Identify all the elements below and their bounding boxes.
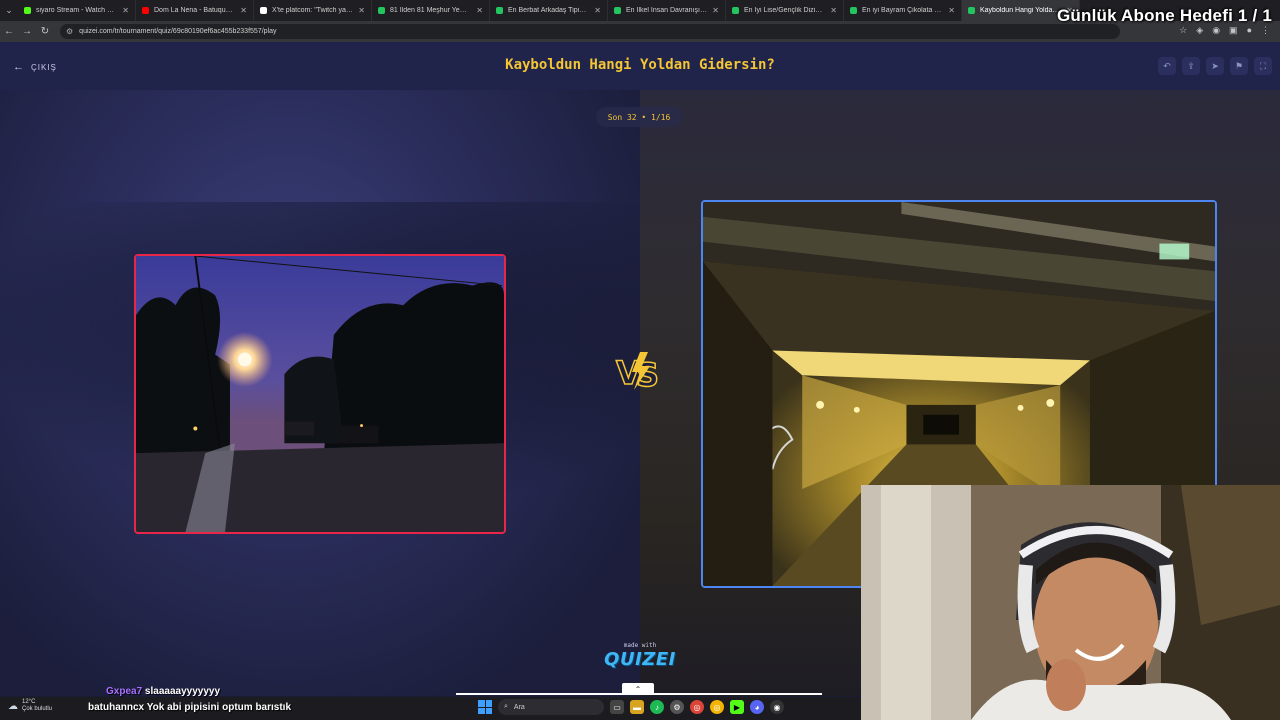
made-with-quizei[interactable]: made with QUIZEI — [600, 642, 680, 670]
share-icon[interactable]: ⇪ — [1182, 57, 1200, 75]
option-card-night-road[interactable] — [134, 254, 506, 534]
close-icon[interactable]: ✕ — [240, 6, 247, 15]
back-icon[interactable]: ← — [0, 21, 18, 42]
tab-favicon-icon — [614, 7, 621, 14]
extension-icon[interactable]: ◈ — [1196, 25, 1203, 36]
close-icon[interactable]: ✕ — [830, 6, 837, 15]
extensions-puzzle-icon[interactable]: ▣ — [1229, 25, 1238, 36]
browser-tab[interactable]: En İyi Lise/Gençlik Dizisi • Türk✕ — [726, 0, 844, 21]
task-view-icon[interactable]: ▭ — [610, 700, 624, 714]
vs-icon: V S — [615, 352, 660, 394]
streaming-app-icon[interactable]: ▶ — [730, 700, 744, 714]
profile-icon[interactable]: ● — [1247, 25, 1252, 36]
chat-username: Gxpea7 — [106, 686, 143, 697]
search-placeholder: Ara — [513, 703, 525, 711]
tab-favicon-icon — [24, 7, 31, 14]
chrome-icon[interactable]: ◎ — [690, 700, 704, 714]
forward-icon[interactable]: → — [18, 21, 36, 42]
browser-tab[interactable]: En İlkel İnsan Davranışı? - Tier L✕ — [608, 0, 726, 21]
chrome-icon[interactable]: ◎ — [710, 700, 724, 714]
url-text: quizei.com/tr/tournament/quiz/69c80190ef… — [79, 28, 277, 35]
browser-tab[interactable]: siyaro Stream - Watch Live on✕ — [18, 0, 136, 21]
chat-message: batuhanncx Yok abi pipisini optum barıst… — [88, 702, 291, 713]
site-info-icon[interactable]: ⚙ — [66, 27, 73, 36]
browser-tab[interactable]: X'te platcom: "Twitch yayıncıları✕ — [254, 0, 372, 21]
webcam-overlay — [861, 485, 1280, 720]
search-icon: ⌕ — [504, 703, 508, 710]
browser-tab[interactable]: 81 İlden 81 Meşhur Yemek, En✕ — [372, 0, 490, 21]
tab-favicon-icon — [968, 7, 975, 14]
quiz-header: ← ÇIKIŞ Kayboldun Hangi Yoldan Gidersin?… — [0, 42, 1280, 90]
night-road-photo — [136, 256, 504, 532]
made-with-text: made with — [623, 642, 657, 649]
tab-favicon-icon — [850, 7, 857, 14]
browser-tab[interactable]: Dom La Nena - Batuque (Jeremy✕ — [136, 0, 254, 21]
tab-list-icon[interactable]: ⌄ — [0, 0, 18, 21]
tab-favicon-icon — [378, 7, 385, 14]
chat-message: Gxpea7 slaaaaayyyyyyy — [106, 686, 220, 697]
close-icon[interactable]: ✕ — [476, 6, 483, 15]
subscriber-goal-overlay: Günlük Abone Hedefi 1 / 1 — [1056, 6, 1272, 25]
taskbar-search[interactable]: ⌕ Ara — [498, 699, 604, 715]
tab-favicon-icon — [142, 7, 149, 14]
close-icon[interactable]: ✕ — [948, 6, 955, 15]
discord-icon[interactable]: ◕ — [750, 700, 764, 714]
chat-text: Yok abi pipisini optum barıstık — [146, 702, 292, 713]
taskbar-apps: ⌕ Ara ▭ ▬ ♪ ⚙ ◎ ◎ ▶ ◕ ◉ — [478, 699, 784, 715]
spotify-icon[interactable]: ♪ — [650, 700, 664, 714]
quiz-title: Kayboldun Hangi Yoldan Gidersin? — [505, 57, 775, 73]
weather-condition: Çok bulutlu — [22, 706, 53, 712]
streamer-webcam — [861, 485, 1280, 720]
browser-tab[interactable]: En Berbat Arkadaş Tipi? - Tier L✕ — [490, 0, 608, 21]
settings-icon[interactable]: ⚙ — [670, 700, 684, 714]
round-badge: Son 32 • 1/16 — [596, 107, 682, 127]
bookmark-star-icon[interactable]: ☆ — [1179, 25, 1187, 36]
cloud-icon: ☁ — [8, 700, 18, 712]
weather-widget[interactable]: ☁ 12°C Çok bulutlu — [8, 699, 52, 713]
tab-favicon-icon — [732, 7, 739, 14]
quizei-logo: QUIZEI — [604, 649, 676, 670]
windows-start-icon[interactable] — [478, 700, 492, 714]
close-icon[interactable]: ✕ — [122, 6, 129, 15]
tab-favicon-icon — [496, 7, 503, 14]
extension-icon[interactable]: ◉ — [1212, 25, 1220, 36]
chat-text: slaaaaayyyyyyy — [144, 686, 220, 697]
temperature: 12°C — [22, 699, 36, 705]
menu-icon[interactable]: ⋮ — [1261, 25, 1270, 36]
close-icon[interactable]: ✕ — [358, 6, 365, 15]
file-explorer-icon[interactable]: ▬ — [630, 700, 644, 714]
reload-icon[interactable]: ↻ — [36, 21, 54, 42]
close-icon[interactable]: ✕ — [712, 6, 719, 15]
quiz-tools: ↶ ⇪ ➤ ⚑ ⛶ — [1158, 57, 1272, 75]
scroll-indicator — [456, 693, 822, 695]
address-bar[interactable]: ⚙ quizei.com/tr/tournament/quiz/69c80190… — [60, 24, 1120, 39]
fullscreen-icon[interactable]: ⛶ — [1254, 57, 1272, 75]
browser-tab[interactable]: En iyi Bayram Çikolata ve Şeker✕ — [844, 0, 962, 21]
screen: ⌄ siyaro Stream - Watch Live on✕ Dom La … — [0, 0, 1280, 720]
obs-icon[interactable]: ◉ — [770, 700, 784, 714]
close-icon[interactable]: ✕ — [594, 6, 601, 15]
chat-username: batuhanncx — [88, 702, 145, 713]
tab-favicon-icon — [260, 7, 267, 14]
undo-icon[interactable]: ↶ — [1158, 57, 1176, 75]
flag-icon[interactable]: ⚑ — [1230, 57, 1248, 75]
extension-icons: ☆ ◈ ◉ ▣ ● ⋮ — [1179, 25, 1270, 36]
send-icon[interactable]: ➤ — [1206, 57, 1224, 75]
